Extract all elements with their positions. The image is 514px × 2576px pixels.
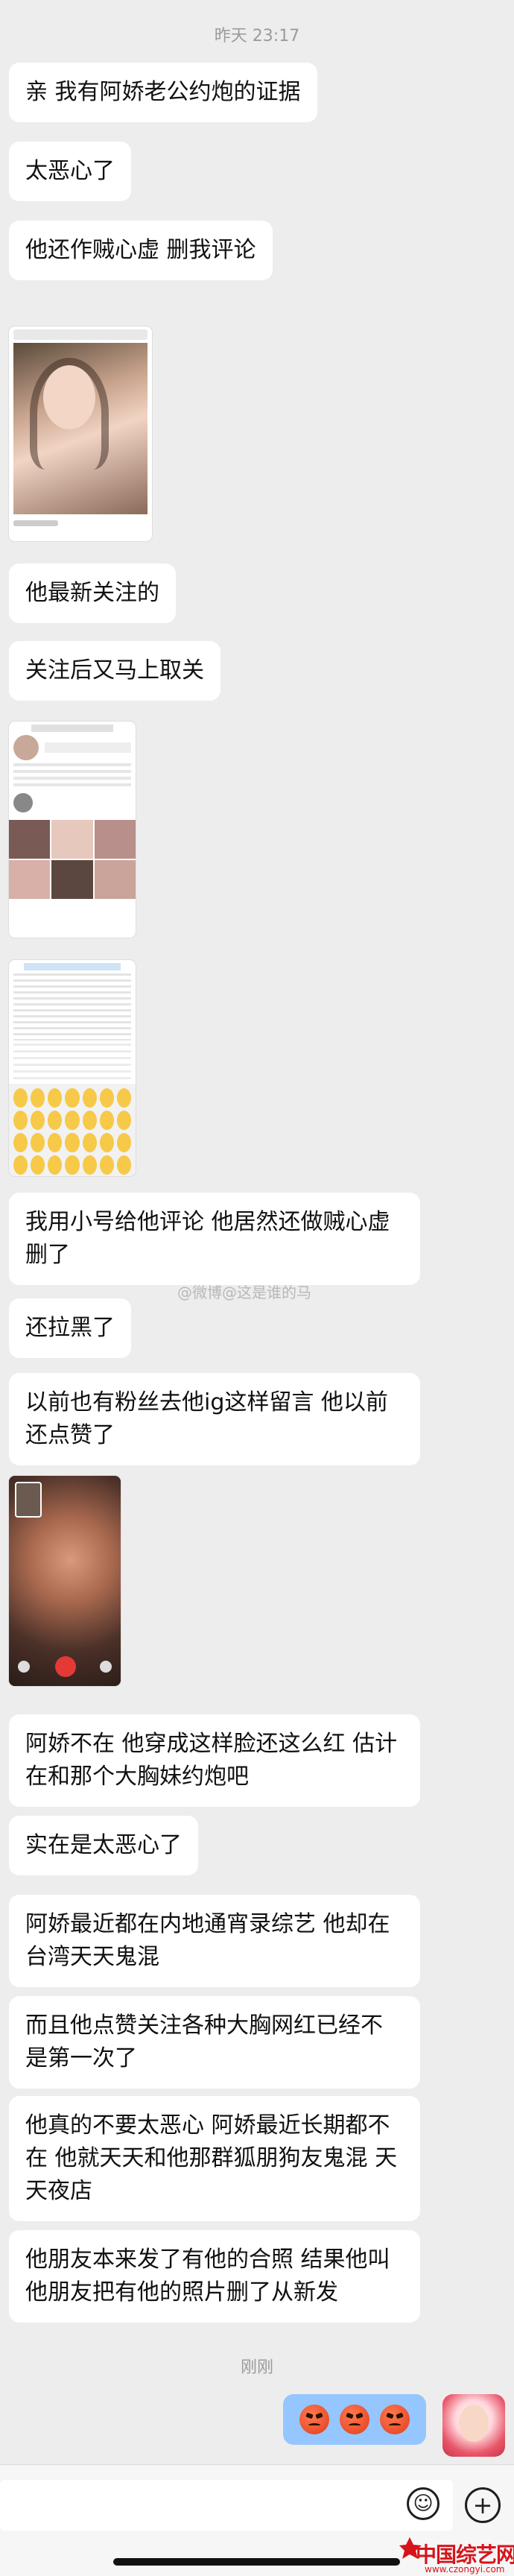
message-row: 阿娇不在 他穿成这样脸还这么红 估计在和那个大胸妹约炮吧: [9, 1714, 420, 1807]
message-row: 他最新关注的: [9, 564, 176, 623]
message-bubble[interactable]: 而且他点赞关注各种大胸网红已经不是第一次了: [9, 1996, 420, 2089]
angry-face-icon: [380, 2405, 410, 2434]
message-bubble[interactable]: 还拉黑了: [9, 1298, 131, 1358]
screenshot-image-comment-keyboard[interactable]: [9, 960, 136, 1176]
message-row: 阿娇最近都在内地通宵录综艺 他却在台湾天天鬼混: [9, 1895, 420, 1987]
message-bubble[interactable]: 阿娇不在 他穿成这样脸还这么红 估计在和那个大胸妹约炮吧: [9, 1714, 420, 1807]
smiley-icon: ☺: [413, 2493, 434, 2515]
message-bubble[interactable]: 关注后又马上取关: [9, 641, 220, 701]
message-bubble[interactable]: 实在是太恶心了: [9, 1816, 198, 1875]
logo-url: www.czongyi.com: [425, 2564, 505, 2575]
message-row: 亲 我有阿娇老公约炮的证据: [9, 63, 317, 122]
screenshot-image-instagram-post[interactable]: [9, 326, 152, 541]
message-row: 关注后又马上取关: [9, 641, 220, 701]
emoji-button[interactable]: ☺: [407, 2487, 440, 2520]
message-bubble[interactable]: 我用小号给他评论 他居然还做贼心虚删了: [9, 1193, 420, 1285]
message-bubble[interactable]: 他最新关注的: [9, 564, 176, 623]
screenshot-image-instagram-profile[interactable]: [9, 722, 136, 938]
message-bubble[interactable]: 他真的不要太恶心 阿娇最近长期都不在 他就天天和他那群狐朋狗友鬼混 天天夜店: [9, 2096, 420, 2221]
screenshot-image-video-call[interactable]: [9, 1476, 121, 1686]
message-row: 太恶心了: [9, 142, 131, 201]
home-indicator: [113, 2558, 400, 2566]
site-logo: 中国综艺网 www.czongyi.com: [399, 2537, 514, 2576]
add-attachment-button[interactable]: +: [465, 2487, 501, 2523]
timestamp-bottom: 刚刚: [240, 2358, 273, 2377]
message-bubble[interactable]: 太恶心了: [9, 142, 131, 201]
message-row: 实在是太恶心了: [9, 1816, 198, 1875]
message-input[interactable]: [0, 2480, 453, 2531]
message-row: 而且他点赞关注各种大胸网红已经不是第一次了: [9, 1996, 420, 2089]
message-row: 我用小号给他评论 他居然还做贼心虚删了: [9, 1193, 420, 1285]
message-bubble[interactable]: 他朋友本来发了有他的合照 结果他叫他朋友把有他的照片删了从新发: [9, 2230, 420, 2323]
message-bubble[interactable]: 以前也有粉丝去他ig这样留言 他以前还点赞了: [9, 1373, 420, 1465]
angry-face-icon: [340, 2405, 369, 2434]
angry-face-icon: [299, 2405, 329, 2434]
message-row: 还拉黑了: [9, 1298, 131, 1358]
watermark: @微博@这是谁的马: [177, 1284, 311, 1301]
outgoing-message-bubble[interactable]: [283, 2394, 426, 2445]
message-row: 他朋友本来发了有他的合照 结果他叫他朋友把有他的照片删了从新发: [9, 2230, 420, 2323]
message-row: 以前也有粉丝去他ig这样留言 他以前还点赞了: [9, 1373, 420, 1465]
message-row: 他还作贼心虚 删我评论: [9, 221, 273, 280]
message-row: 他真的不要太恶心 阿娇最近长期都不在 他就天天和他那群狐朋狗友鬼混 天天夜店: [9, 2096, 420, 2221]
message-bubble[interactable]: 阿娇最近都在内地通宵录综艺 他却在台湾天天鬼混: [9, 1895, 420, 1987]
message-bubble[interactable]: 亲 我有阿娇老公约炮的证据: [9, 63, 317, 122]
user-avatar[interactable]: [442, 2394, 505, 2457]
message-bubble[interactable]: 他还作贼心虚 删我评论: [9, 221, 273, 280]
timestamp-top: 昨天 23:17: [214, 27, 300, 45]
plus-icon: +: [472, 2491, 493, 2519]
